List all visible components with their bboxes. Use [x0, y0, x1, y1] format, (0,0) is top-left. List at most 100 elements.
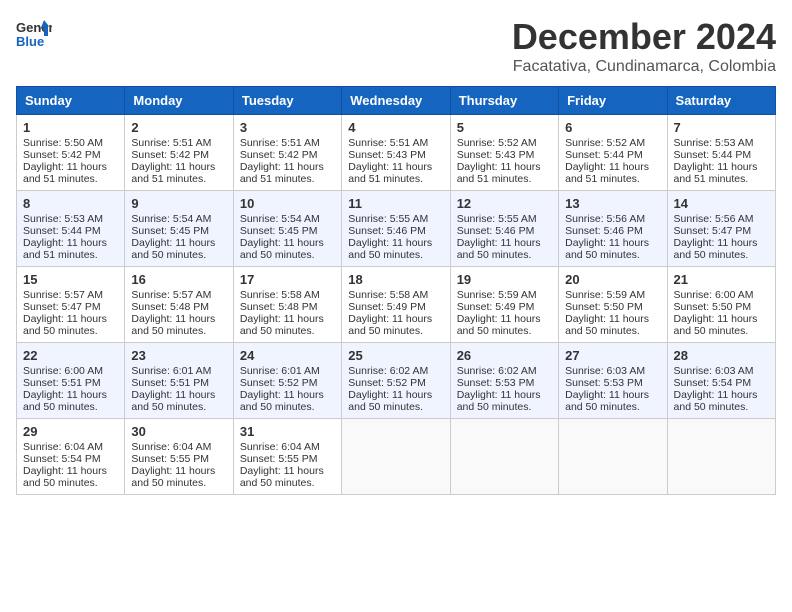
calendar-cell: 2Sunrise: 5:51 AMSunset: 5:42 PMDaylight…	[125, 115, 233, 191]
day-number: 13	[565, 196, 660, 211]
day-info-line: Sunset: 5:54 PM	[674, 377, 769, 389]
calendar-cell: 27Sunrise: 6:03 AMSunset: 5:53 PMDayligh…	[559, 343, 667, 419]
day-info-line: Sunrise: 5:53 AM	[23, 213, 118, 225]
day-info-line: Sunrise: 6:01 AM	[131, 365, 226, 377]
day-info-line: and 50 minutes.	[565, 401, 660, 413]
day-info-line: Sunrise: 5:54 AM	[131, 213, 226, 225]
calendar-cell: 8Sunrise: 5:53 AMSunset: 5:44 PMDaylight…	[17, 191, 125, 267]
day-info-line: and 50 minutes.	[240, 401, 335, 413]
day-info-line: Sunset: 5:52 PM	[348, 377, 443, 389]
day-info-line: Daylight: 11 hours	[565, 313, 660, 325]
calendar-cell: 7Sunrise: 5:53 AMSunset: 5:44 PMDaylight…	[667, 115, 775, 191]
day-number: 11	[348, 196, 443, 211]
day-info-line: Sunset: 5:44 PM	[674, 149, 769, 161]
day-info-line: Sunrise: 6:04 AM	[23, 441, 118, 453]
day-info-line: Sunrise: 5:59 AM	[457, 289, 552, 301]
day-number: 3	[240, 120, 335, 135]
day-info-line: Sunrise: 5:51 AM	[348, 137, 443, 149]
day-info-line: and 51 minutes.	[565, 173, 660, 185]
day-info-line: and 50 minutes.	[23, 477, 118, 489]
day-info-line: Sunset: 5:49 PM	[457, 301, 552, 313]
week-row-5: 29Sunrise: 6:04 AMSunset: 5:54 PMDayligh…	[17, 419, 776, 495]
calendar-cell: 25Sunrise: 6:02 AMSunset: 5:52 PMDayligh…	[342, 343, 450, 419]
day-info-line: and 51 minutes.	[240, 173, 335, 185]
day-info-line: Sunrise: 5:51 AM	[131, 137, 226, 149]
day-info-line: Sunset: 5:42 PM	[23, 149, 118, 161]
day-info-line: Sunrise: 5:58 AM	[240, 289, 335, 301]
day-info-line: Daylight: 11 hours	[348, 313, 443, 325]
day-info-line: Daylight: 11 hours	[348, 389, 443, 401]
calendar-cell: 20Sunrise: 5:59 AMSunset: 5:50 PMDayligh…	[559, 267, 667, 343]
day-number: 8	[23, 196, 118, 211]
day-info-line: Daylight: 11 hours	[674, 389, 769, 401]
week-row-3: 15Sunrise: 5:57 AMSunset: 5:47 PMDayligh…	[17, 267, 776, 343]
column-header-saturday: Saturday	[667, 87, 775, 115]
calendar-cell: 31Sunrise: 6:04 AMSunset: 5:55 PMDayligh…	[233, 419, 341, 495]
day-info-line: and 50 minutes.	[457, 401, 552, 413]
day-info-line: Sunset: 5:45 PM	[240, 225, 335, 237]
calendar-cell: 17Sunrise: 5:58 AMSunset: 5:48 PMDayligh…	[233, 267, 341, 343]
calendar: SundayMondayTuesdayWednesdayThursdayFrid…	[16, 86, 776, 495]
day-number: 16	[131, 272, 226, 287]
day-info-line: Sunset: 5:42 PM	[240, 149, 335, 161]
day-info-line: Daylight: 11 hours	[131, 389, 226, 401]
calendar-cell: 6Sunrise: 5:52 AMSunset: 5:44 PMDaylight…	[559, 115, 667, 191]
day-info-line: Daylight: 11 hours	[23, 237, 118, 249]
day-number: 6	[565, 120, 660, 135]
day-info-line: Daylight: 11 hours	[457, 237, 552, 249]
day-info-line: and 50 minutes.	[565, 249, 660, 261]
day-number: 20	[565, 272, 660, 287]
calendar-cell: 10Sunrise: 5:54 AMSunset: 5:45 PMDayligh…	[233, 191, 341, 267]
column-header-monday: Monday	[125, 87, 233, 115]
calendar-header: SundayMondayTuesdayWednesdayThursdayFrid…	[17, 87, 776, 115]
day-info-line: Sunset: 5:55 PM	[131, 453, 226, 465]
day-info-line: and 50 minutes.	[240, 249, 335, 261]
day-info-line: Daylight: 11 hours	[457, 161, 552, 173]
svg-text:Blue: Blue	[16, 34, 44, 49]
day-info-line: Sunrise: 6:03 AM	[565, 365, 660, 377]
day-number: 27	[565, 348, 660, 363]
day-info-line: Sunrise: 6:00 AM	[23, 365, 118, 377]
day-number: 28	[674, 348, 769, 363]
day-info-line: Daylight: 11 hours	[457, 313, 552, 325]
column-headers: SundayMondayTuesdayWednesdayThursdayFrid…	[17, 87, 776, 115]
day-number: 7	[674, 120, 769, 135]
day-number: 30	[131, 424, 226, 439]
day-info-line: Sunrise: 5:54 AM	[240, 213, 335, 225]
day-info-line: and 50 minutes.	[457, 325, 552, 337]
calendar-cell: 4Sunrise: 5:51 AMSunset: 5:43 PMDaylight…	[342, 115, 450, 191]
calendar-cell: 24Sunrise: 6:01 AMSunset: 5:52 PMDayligh…	[233, 343, 341, 419]
day-info-line: and 51 minutes.	[348, 173, 443, 185]
day-info-line: Sunrise: 5:56 AM	[674, 213, 769, 225]
day-number: 14	[674, 196, 769, 211]
day-info-line: and 50 minutes.	[674, 401, 769, 413]
calendar-cell: 15Sunrise: 5:57 AMSunset: 5:47 PMDayligh…	[17, 267, 125, 343]
day-info-line: Sunset: 5:48 PM	[131, 301, 226, 313]
day-info-line: Daylight: 11 hours	[457, 389, 552, 401]
day-info-line: and 50 minutes.	[457, 249, 552, 261]
day-info-line: and 51 minutes.	[23, 249, 118, 261]
day-info-line: Sunrise: 5:57 AM	[131, 289, 226, 301]
day-info-line: and 50 minutes.	[131, 401, 226, 413]
calendar-cell: 12Sunrise: 5:55 AMSunset: 5:46 PMDayligh…	[450, 191, 558, 267]
day-info-line: Sunrise: 5:57 AM	[23, 289, 118, 301]
day-info-line: Daylight: 11 hours	[674, 313, 769, 325]
day-info-line: Sunrise: 6:02 AM	[348, 365, 443, 377]
day-number: 22	[23, 348, 118, 363]
day-info-line: Sunrise: 5:58 AM	[348, 289, 443, 301]
day-info-line: Sunrise: 5:53 AM	[674, 137, 769, 149]
day-info-line: Daylight: 11 hours	[131, 237, 226, 249]
day-info-line: and 50 minutes.	[348, 249, 443, 261]
calendar-cell: 28Sunrise: 6:03 AMSunset: 5:54 PMDayligh…	[667, 343, 775, 419]
calendar-cell: 29Sunrise: 6:04 AMSunset: 5:54 PMDayligh…	[17, 419, 125, 495]
day-info-line: Sunrise: 5:51 AM	[240, 137, 335, 149]
day-info-line: Sunrise: 6:04 AM	[131, 441, 226, 453]
calendar-cell	[450, 419, 558, 495]
day-info-line: Sunset: 5:47 PM	[674, 225, 769, 237]
day-number: 26	[457, 348, 552, 363]
week-row-2: 8Sunrise: 5:53 AMSunset: 5:44 PMDaylight…	[17, 191, 776, 267]
day-info-line: Daylight: 11 hours	[674, 237, 769, 249]
day-info-line: Sunset: 5:42 PM	[131, 149, 226, 161]
column-header-sunday: Sunday	[17, 87, 125, 115]
day-info-line: and 50 minutes.	[348, 401, 443, 413]
